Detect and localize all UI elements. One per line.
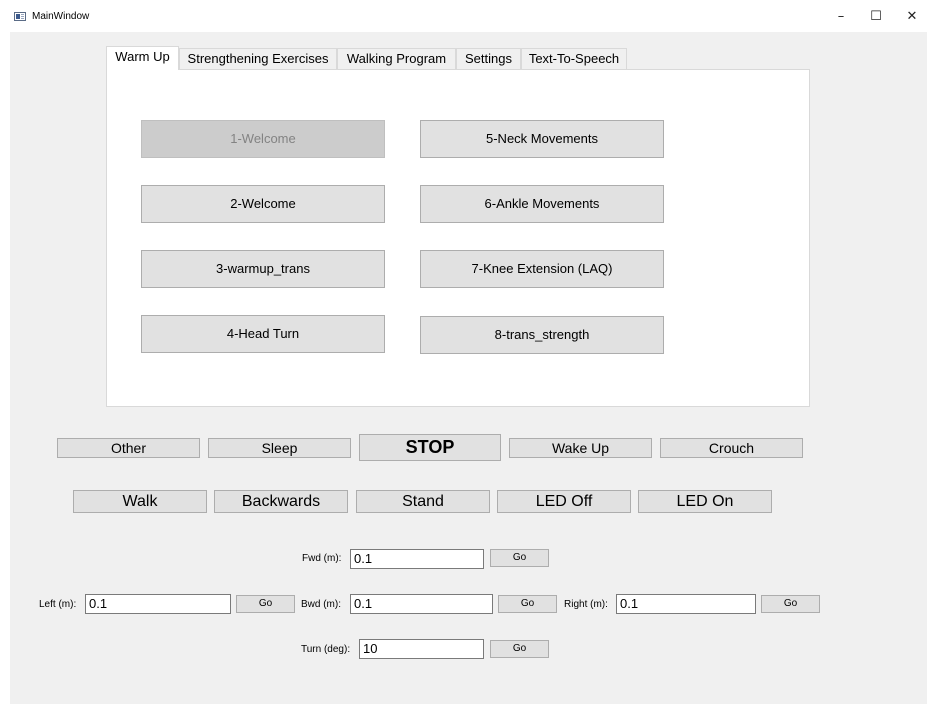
led-on-button[interactable]: LED On [638,490,772,513]
left-distance-input[interactable]: 0.1 [85,594,231,614]
fwd-label: Fwd (m): [302,553,342,564]
turn-degrees-input[interactable]: 10 [359,639,484,659]
close-button[interactable]: ✕ [898,6,926,28]
bwd-label: Bwd (m): [301,599,341,610]
warmup-button-5-neck-movements[interactable]: 5-Neck Movements [420,120,664,158]
window-title: MainWindow [32,11,90,22]
led-off-button[interactable]: LED Off [497,490,631,513]
right-label: Right (m): [564,599,608,610]
turn-go-button[interactable]: Go [490,640,549,658]
minimize-button[interactable]: – [827,6,855,28]
tab-warm-up[interactable]: Warm Up [106,46,179,70]
tab-strengthening-exercises[interactable]: Strengthening Exercises [179,48,337,70]
stand-button[interactable]: Stand [356,490,490,513]
bwd-distance-input[interactable]: 0.1 [350,594,493,614]
tab-text-to-speech[interactable]: Text-To-Speech [521,48,627,70]
right-distance-input[interactable]: 0.1 [616,594,756,614]
tab-walking-program[interactable]: Walking Program [337,48,456,70]
tab-settings[interactable]: Settings [456,48,521,70]
title-bar: MainWindow – ☐ ✕ [0,0,927,32]
walk-button[interactable]: Walk [73,490,207,513]
fwd-distance-input[interactable]: 0.1 [350,549,484,569]
warmup-button-3-warmup-trans[interactable]: 3-warmup_trans [141,250,385,288]
wake-up-button[interactable]: Wake Up [509,438,652,458]
crouch-button[interactable]: Crouch [660,438,803,458]
maximize-button[interactable]: ☐ [862,6,890,28]
warmup-button-8-trans-strength[interactable]: 8-trans_strength [420,316,664,354]
backwards-button[interactable]: Backwards [214,490,348,513]
warmup-button-1-welcome: 1-Welcome [141,120,385,158]
right-go-button[interactable]: Go [761,595,820,613]
warmup-button-2-welcome[interactable]: 2-Welcome [141,185,385,223]
warmup-button-7-knee-extension[interactable]: 7-Knee Extension (LAQ) [420,250,664,288]
left-label: Left (m): [39,599,77,610]
bwd-go-button[interactable]: Go [498,595,557,613]
left-go-button[interactable]: Go [236,595,295,613]
stop-button[interactable]: STOP [359,434,501,461]
turn-label: Turn (deg): [301,644,351,655]
app-window-icon [14,12,26,21]
fwd-go-button[interactable]: Go [490,549,549,567]
warmup-button-6-ankle-movements[interactable]: 6-Ankle Movements [420,185,664,223]
other-button[interactable]: Other [57,438,200,458]
warmup-button-4-head-turn[interactable]: 4-Head Turn [141,315,385,353]
sleep-button[interactable]: Sleep [208,438,351,458]
